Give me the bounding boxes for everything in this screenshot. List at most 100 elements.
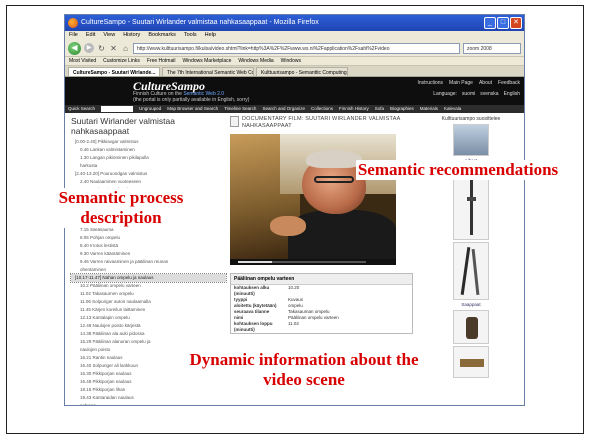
scene-info-key: kohtauksen loppu (minuutti) xyxy=(234,321,273,332)
scene-title: Pääliinan ompelu varteen xyxy=(231,274,412,285)
video-frame-hand xyxy=(270,216,306,236)
scene-info-value: 11.02 xyxy=(288,321,299,326)
process-step-item[interactable]: [2.40-13.20] Pouruondgan valmistus xyxy=(71,170,226,178)
firefox-icon xyxy=(68,18,78,28)
strip-link[interactable]: Search and Organize xyxy=(262,105,305,113)
minimize-icon[interactable]: _ xyxy=(484,17,496,29)
menu-edit[interactable]: Edit xyxy=(86,31,95,40)
site-tagline: Finnish Culture on the Semantic Web 2.0 … xyxy=(133,91,250,103)
strip-link[interactable]: Materials xyxy=(420,105,438,113)
recommendations-column: Kulttuurisampo suosittelee Aiheet Saappa… xyxy=(421,116,521,380)
recommendation-label[interactable]: Saappaat xyxy=(421,302,521,307)
video-frame-person-body xyxy=(288,210,396,259)
process-step-item[interactable]: 0.46 Lankan valmistaminen xyxy=(71,146,226,154)
process-step-item[interactable]: 9.46 Varren raivaaminen ja pääliinan reu… xyxy=(71,258,226,266)
stop-icon[interactable]: ✕ xyxy=(109,44,118,53)
search-input[interactable]: zoom 2008 xyxy=(463,42,521,54)
document-title: DOCUMENTARY FILM: SUUTARI WIRLANDER VALM… xyxy=(242,116,401,129)
language-svenska[interactable]: svenska xyxy=(480,91,498,97)
language-english[interactable]: English xyxy=(504,91,520,97)
menu-view[interactable]: View xyxy=(103,31,115,40)
quick-search-input[interactable] xyxy=(101,106,134,112)
menu-help[interactable]: Help xyxy=(205,31,216,40)
process-step-item[interactable]: [10.17-11.47] Nahan ompelu ja naulaus xyxy=(70,273,227,283)
callout-semantic-process: Semantic process description xyxy=(19,188,223,229)
menu-bar: File Edit View History Bookmarks Tools H… xyxy=(65,31,524,40)
bookmark-item[interactable]: Most Visited xyxy=(69,57,96,65)
process-step-item[interactable]: 10.2 Pääliinan ompelu varteen xyxy=(71,282,226,290)
bookmarks-toolbar: Most Visited Customize Links Free Hotmai… xyxy=(65,57,524,66)
navigation-toolbar: ◀ ▶ ↻ ✕ ⌂ http://www.kulttuurisampo.fi/k… xyxy=(65,40,524,57)
strip-link[interactable]: Kalevala xyxy=(444,105,461,113)
nav-about[interactable]: About xyxy=(479,80,492,86)
nav-feedback[interactable]: Feedback xyxy=(498,80,520,86)
strip-link[interactable]: Collections xyxy=(311,105,333,113)
recommendation-thumbnail[interactable] xyxy=(453,346,489,378)
video-player[interactable] xyxy=(230,134,396,259)
menu-file[interactable]: File xyxy=(69,31,78,40)
callout-semantic-recommendations: Semantic recommendations xyxy=(356,160,560,181)
process-step-item[interactable]: [0.00-2.40] Pikkiavgar valmistus xyxy=(71,138,226,146)
menu-history[interactable]: History xyxy=(123,31,140,40)
forward-arrow-icon[interactable]: ▶ xyxy=(84,43,94,53)
bookmark-item[interactable]: Windows xyxy=(281,57,301,65)
strip-link[interactable]: Timeline Search xyxy=(224,105,256,113)
quick-search-label: Quick Search xyxy=(68,106,96,111)
process-step-item[interactable]: 14.38 Pääliinan ala auki pidossa xyxy=(71,330,226,338)
language-suomi[interactable]: suomi xyxy=(462,91,475,97)
recommendation-thumbnail[interactable] xyxy=(453,310,489,344)
process-step-item[interactable]: harkusta xyxy=(71,162,226,170)
scene-info-key: kohtauksen alku (minuutti) xyxy=(234,285,270,296)
scene-info-rows: kohtauksen alku (minuutti) 10.20 tyyppi Kuv… xyxy=(231,285,412,333)
window-title: CultureSampo - Suutari Wirlander valmist… xyxy=(81,19,319,26)
bookmark-item[interactable]: Windows Marketplace xyxy=(182,57,231,65)
strip-link[interactable]: Biographies xyxy=(390,105,414,113)
scene-info-row: kohtauksen loppu (minuutti) 11.02 xyxy=(231,321,412,333)
bookmark-item[interactable]: Customize Links xyxy=(103,57,140,65)
address-bar[interactable]: http://www.kulttuurisampo.fi/kulsa/video… xyxy=(133,42,460,54)
slide: CultureSampo - Suutari Wirlander valmist… xyxy=(0,0,590,439)
process-step-item[interactable]: pohjaan xyxy=(71,402,226,405)
reload-icon[interactable]: ↻ xyxy=(97,44,106,53)
window-titlebar: CultureSampo - Suutari Wirlander valmist… xyxy=(65,15,524,31)
menu-bookmarks[interactable]: Bookmarks xyxy=(148,31,176,40)
process-step-item[interactable]: ohentaminen xyxy=(71,266,226,274)
process-step-item[interactable]: 12.13 Kantalapin ompelu xyxy=(71,314,226,322)
document-header: DOCUMENTARY FILM: SUUTARI WIRLANDER VALM… xyxy=(230,116,413,130)
tagline-note: (the portal is only partially available … xyxy=(133,96,250,103)
process-step-item[interactable]: 15.29 Pääliinan alanuran ompelu ja xyxy=(71,338,226,346)
tab-semantic-web-conference[interactable]: The 7th International Semantic Web Co... xyxy=(162,67,254,76)
tab-kulttuurisampo[interactable]: Kulttuurisampo - Semanttic Computing R..… xyxy=(256,67,348,76)
process-step-item[interactable]: 12.48 Naulojen poisto kärjestä xyxy=(71,322,226,330)
process-step-item[interactable]: 8.05 Pohjan ompelu xyxy=(71,234,226,242)
tab-culturesampo[interactable]: CultureSampo - Suutari Wirlande... xyxy=(68,67,160,76)
strip-link[interactable]: Finnish History xyxy=(339,105,369,113)
bookmark-item[interactable]: Windows Media xyxy=(238,57,273,65)
home-icon[interactable]: ⌂ xyxy=(121,44,130,53)
nav-instructions[interactable]: Instructions xyxy=(417,80,443,86)
callout-dynamic-information: Dynamic information about the video scen… xyxy=(186,350,422,391)
process-step-item[interactable]: 11.06 Solpuriger auton naulaamalla xyxy=(71,298,226,306)
close-icon[interactable]: ✕ xyxy=(510,17,522,29)
process-step-item[interactable]: 19.43 Kantaraidan naulaus xyxy=(71,394,226,402)
back-arrow-icon[interactable]: ◀ xyxy=(68,41,81,55)
process-step-item[interactable]: 11.45 Kärjen koreilun laittaminen xyxy=(71,306,226,314)
menu-tools[interactable]: Tools xyxy=(184,31,197,40)
process-step-item[interactable]: 8.40 Irrotus lestistä xyxy=(71,242,226,250)
process-step-item[interactable]: 11.02 Takasaumen ompelu xyxy=(71,290,226,298)
site-nav: Instructions Main Page About Feedback xyxy=(417,80,520,86)
strip-link[interactable]: Ungrouped xyxy=(139,105,161,113)
maximize-icon[interactable]: □ xyxy=(497,17,509,29)
bookmark-item[interactable]: Free Hotmail xyxy=(147,57,176,65)
nav-main-page[interactable]: Main Page xyxy=(449,80,473,86)
process-step-item[interactable]: 2.40 Naulaaminen vuoteeseen xyxy=(71,178,226,186)
video-controls[interactable] xyxy=(230,259,396,265)
strip-link[interactable]: Map Browser and Search xyxy=(167,105,218,113)
recommendation-thumbnail[interactable] xyxy=(453,242,489,300)
page-content: Suutari Wirlander valmistaa nahkasaappaa… xyxy=(65,113,524,405)
process-step-item[interactable]: 9.30 Varren kääntäminen xyxy=(71,250,226,258)
process-step-item[interactable]: 1.30 Langan pikiöminen pikilapulla xyxy=(71,154,226,162)
strip-link[interactable]: Sofa xyxy=(375,105,384,113)
recommendation-thumbnail[interactable] xyxy=(453,124,489,156)
site-search-strip: Quick Search Ungrouped Map Browser and S… xyxy=(65,105,524,113)
